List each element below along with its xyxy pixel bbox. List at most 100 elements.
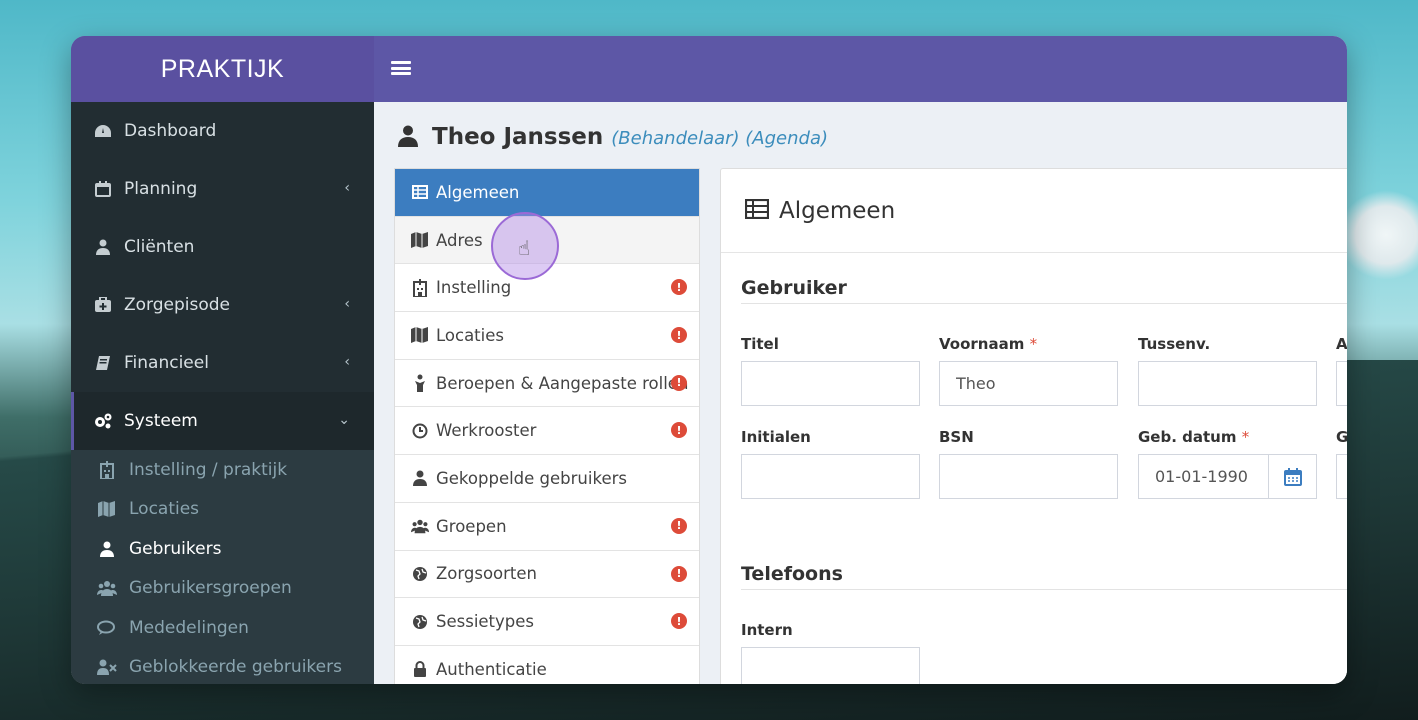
field-intern: Intern [741,621,920,684]
tab-beroepen[interactable]: Beroepen & Aangepaste rollen ! [395,359,699,408]
sidebar-item-label: Planning [124,179,198,199]
comments-icon [97,620,117,636]
section-divider [741,589,1347,590]
sidebar-item-label: Dashboard [124,121,217,141]
map-icon [411,232,429,249]
tab-groepen[interactable]: Groepen ! [395,502,699,551]
warning-icon: ! [671,422,687,439]
sidebar: Dashboard Planning ‹ Cliënten Zorgepisod… [71,102,374,684]
warning-icon: ! [671,327,687,344]
field-label: Initialen [741,428,811,446]
sidebar-item-financieel[interactable]: Financieel ‹ [71,334,374,392]
tab-label: Gekoppelde gebruikers [436,468,627,488]
sidebar-subitem-instelling[interactable]: Instelling / praktijk [71,450,374,490]
field-bsn: BSN [939,428,1118,499]
intern-input[interactable] [741,647,920,684]
sidebar-item-dashboard[interactable]: Dashboard [71,102,374,160]
field-label: Geb. datum * [1138,428,1250,446]
field-cut-g: G [1336,428,1347,499]
users-icon [97,580,117,597]
field-voornaam: Voornaam * [939,335,1118,406]
table-icon [744,198,770,223]
tab-label: Authenticatie [436,659,547,679]
section-divider [741,303,1347,304]
tab-label: Beroepen & Aangepaste rollen [436,373,689,393]
geb-datum-input[interactable] [1139,455,1268,498]
tussenv-input[interactable] [1138,361,1317,406]
bsn-input[interactable] [939,454,1118,499]
sidebar-item-label: Financieel [124,353,209,373]
field-label: Intern [741,621,793,639]
tab-gekoppelde-gebruikers[interactable]: Gekoppelde gebruikers [395,455,699,503]
sidebar-subitem-gebruikersgroepen[interactable]: Gebruikersgroepen [71,569,374,609]
lock-icon [411,661,429,678]
sidebar-subitem-label: Locaties [129,499,200,520]
sidebar-subitem-gebruikers[interactable]: Gebruikers [71,529,374,569]
tab-adres[interactable]: Adres [395,216,699,265]
hospital-icon [97,460,117,479]
sidebar-item-zorgepisode[interactable]: Zorgepisode ‹ [71,276,374,334]
tab-sessietypes[interactable]: Sessietypes ! [395,598,699,646]
sidebar-item-systeem[interactable]: Systeem ⌄ [71,392,374,450]
sidebar-subitem-geblokkeerde-gebruikers[interactable]: Geblokkeerde gebruikers [71,648,374,685]
sidebar-item-clienten[interactable]: Cliënten [71,218,374,276]
tab-locaties[interactable]: Locaties ! [395,312,699,360]
user-icon [411,470,429,487]
tab-instelling[interactable]: Instelling ! [395,264,699,313]
page-header: Theo Janssen (Behandelaar) (Agenda) [398,122,828,150]
users-icon [411,518,429,534]
initialen-input[interactable] [741,454,920,499]
top-bar: PRAKTIJK [71,36,1347,102]
sidebar-subitem-label: Instelling / praktijk [129,459,288,480]
user-times-icon [97,659,117,676]
clock-icon [411,423,429,439]
field-label: Titel [741,335,779,353]
map-icon [411,327,429,344]
user-icon [398,125,420,149]
cogs-icon [93,412,113,430]
voornaam-input[interactable] [939,361,1118,406]
table-icon [411,185,429,200]
warning-icon: ! [671,613,687,630]
sidebar-item-label: Systeem [124,411,198,431]
required-marker: * [1241,428,1250,446]
user-roles: (Behandelaar) (Agenda) [611,128,829,149]
globe-icon [411,614,429,630]
map-icon [97,501,117,518]
user-md-icon [411,374,429,393]
medkit-icon [93,296,113,314]
page-title: Theo Janssen [432,124,604,150]
sidebar-subitem-label: Gebruikersgroepen [129,578,292,599]
date-picker [1138,454,1317,499]
sidebar-item-label: Zorgepisode [124,295,231,315]
tab-authenticatie[interactable]: Authenticatie [395,645,699,684]
calendar-icon[interactable] [1268,455,1316,498]
cut-g-input[interactable] [1336,454,1347,499]
warning-icon: ! [671,517,687,534]
chevron-left-icon: ‹ [344,354,350,370]
warning-icon: ! [671,279,687,296]
sidebar-item-planning[interactable]: Planning ‹ [71,160,374,218]
hospital-icon [411,278,429,297]
tab-label: Sessietypes [436,612,535,632]
app-window: PRAKTIJK Dashboard Planning ‹ Cliënten Z… [71,36,1347,684]
main-content: Theo Janssen (Behandelaar) (Agenda) Alge… [374,102,1347,684]
sidebar-subitem-mededelingen[interactable]: Mededelingen [71,608,374,648]
user-icon [97,541,117,557]
tab-werkrooster[interactable]: Werkrooster ! [395,407,699,456]
section-title-gebruiker: Gebruiker [741,277,847,299]
field-label: A [1336,335,1347,353]
calendar-icon [93,180,113,198]
titel-input[interactable] [741,361,920,406]
sidebar-subitem-label: Gebruikers [129,538,222,559]
hamburger-menu-icon[interactable] [391,58,411,78]
tab-label: Zorgsoorten [436,564,538,584]
brand-logo[interactable]: PRAKTIJK [71,36,374,102]
user-icon [93,238,113,256]
sidebar-subitem-locaties[interactable]: Locaties [71,490,374,530]
tab-zorgsoorten[interactable]: Zorgsoorten ! [395,550,699,599]
required-marker: * [1029,335,1038,353]
cut-a-input[interactable] [1336,361,1347,406]
field-geb-datum: Geb. datum * [1138,428,1317,499]
tab-algemeen[interactable]: Algemeen [395,169,699,217]
